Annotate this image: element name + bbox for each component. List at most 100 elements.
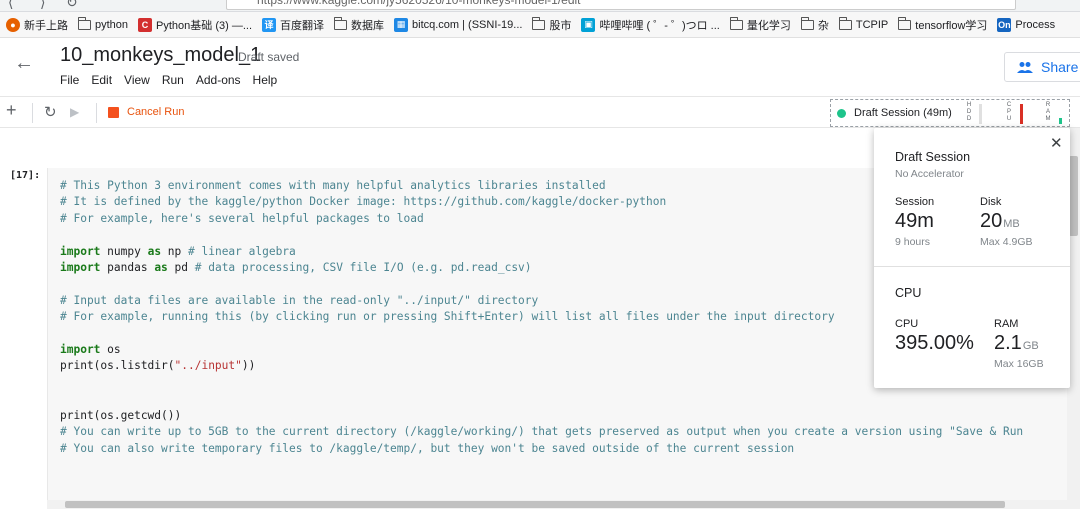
- on-logo-icon: On: [997, 17, 1012, 32]
- firefox-icon: ●: [6, 17, 20, 32]
- ram-usage-bar: [1059, 118, 1062, 124]
- session-status-button[interactable]: Draft Session (49m) HDD CPU RAM: [830, 99, 1070, 127]
- bookmark-item[interactable]: 杂: [800, 16, 829, 33]
- code-line: # You can write up to 5GB to the current…: [60, 424, 1023, 440]
- draft-status: Draft saved: [238, 50, 300, 64]
- code-token: import: [60, 343, 101, 357]
- back-arrow-icon[interactable]: ←: [14, 52, 34, 75]
- horizontal-scrollbar[interactable]: [47, 500, 1067, 509]
- cell-execution-count: [17]:: [10, 170, 41, 181]
- code-token: np: [161, 244, 189, 258]
- folder-icon: [334, 16, 348, 30]
- code-token: # For example, running this (by clicking…: [60, 310, 835, 324]
- stop-icon[interactable]: [108, 107, 119, 118]
- bookmark-label: TCPIP: [855, 18, 889, 31]
- code-token: # linear algebra: [188, 244, 296, 258]
- session-active-dot: [837, 108, 846, 118]
- code-token: numpy: [100, 244, 148, 258]
- code-token: import: [60, 244, 101, 258]
- code-token: pd: [167, 261, 195, 275]
- bookmark-item[interactable]: On Process: [997, 17, 1055, 32]
- menu-item-add-ons[interactable]: Add-ons: [196, 73, 241, 87]
- session-limit: 9 hours: [895, 236, 931, 248]
- code-token: # data processing, CSV file I/O (e.g. pd…: [194, 261, 532, 275]
- bookmarks-bar: ● 新手上路 python C Python基础 (3) —... 译百度翻译 数据库 ▦ bi…: [0, 12, 1080, 38]
- code-token: # You can also write temporary files to …: [60, 441, 795, 455]
- disk-label: Disk: [980, 196, 1002, 208]
- bookmark-label: 量化学习: [746, 19, 791, 32]
- bookmark-item[interactable]: tensorflow学习: [898, 16, 987, 33]
- code-line: print(os.getcwd()): [60, 408, 1023, 424]
- close-icon[interactable]: ✕: [1050, 134, 1063, 152]
- session-label: Session: [895, 196, 935, 208]
- bookmark-label: 百度翻译: [280, 19, 325, 32]
- menu-item-run[interactable]: Run: [162, 73, 184, 87]
- toolbar-divider: [96, 103, 97, 123]
- disk-limit: Max 4.9GB: [980, 236, 1033, 248]
- popover-title: Draft Session: [895, 150, 971, 164]
- browser-reload-icon[interactable]: ↻: [66, 0, 78, 11]
- code-token: # You can write up to 5GB to the current…: [60, 425, 1024, 439]
- code-token: print(os.listdir(: [60, 359, 175, 373]
- popover-divider: [874, 266, 1070, 267]
- bookmark-item[interactable]: TCPIP: [838, 16, 889, 31]
- menu-item-file[interactable]: File: [60, 73, 79, 87]
- add-cell-icon[interactable]: +: [6, 100, 17, 121]
- menu-item-view[interactable]: View: [124, 73, 150, 87]
- bookmark-item[interactable]: 股市: [532, 16, 572, 33]
- bookmark-item[interactable]: ▦ bitcq.com | (SSNI-19...: [394, 17, 522, 32]
- menu-item-edit[interactable]: Edit: [91, 73, 112, 87]
- hdd-meter-label: HDD: [966, 102, 972, 122]
- browser-back-icon[interactable]: ⟨: [8, 0, 13, 11]
- bookmark-item[interactable]: ● 新手上路: [6, 17, 68, 33]
- notebook-title[interactable]: 10_monkeys_model_1: [60, 44, 261, 67]
- bookmark-label: 新手上路: [24, 19, 68, 32]
- code-token: as: [154, 261, 168, 275]
- browser-forward-icon[interactable]: ⟩: [40, 0, 45, 11]
- ram-limit: Max 16GB: [994, 358, 1044, 370]
- tv-icon: ▣: [581, 17, 596, 32]
- restart-icon[interactable]: ↻: [44, 103, 57, 121]
- bookmark-label: 哔哩哔哩 ( ゜- ゜)つロ ...: [599, 19, 720, 32]
- notebook-toolbar: + ↻ ▶ Cancel Run Draft Session (49m) HDD…: [0, 96, 1080, 128]
- code-token: as: [147, 244, 162, 258]
- code-token: # Input data files are available in the …: [60, 293, 539, 307]
- cpu-label: CPU: [895, 318, 919, 330]
- share-button[interactable]: Share: [1004, 52, 1080, 82]
- cpu-meter-label: CPU: [1006, 102, 1012, 122]
- folder-icon: [898, 16, 912, 30]
- url-field[interactable]: https://www.kaggle.com/jy5620526/10-monk…: [226, 0, 1016, 10]
- bookmark-item[interactable]: 译百度翻译: [262, 17, 324, 33]
- bookmark-label: 杂: [817, 19, 829, 32]
- bookmark-item[interactable]: 量化学习: [729, 16, 791, 33]
- cpu-usage-bar: [1020, 104, 1023, 124]
- notebook-header: ← 10_monkeys_model_1 Draft saved File Edi…: [0, 38, 1080, 96]
- run-icon[interactable]: ▶: [70, 105, 79, 119]
- disk-value: 20MB: [980, 210, 1020, 232]
- popover-subtitle: No Accelerator: [895, 168, 964, 180]
- hdd-usage-bar: [979, 104, 982, 124]
- code-token: "../input": [174, 359, 242, 373]
- bookmark-item[interactable]: python: [78, 16, 129, 31]
- folder-icon: [729, 16, 743, 30]
- code-token: # For example, here's several helpful pa…: [60, 211, 424, 225]
- code-token: pandas: [100, 261, 155, 275]
- folder-icon: [78, 16, 91, 30]
- vertical-scroll-thumb[interactable]: [1069, 156, 1078, 236]
- bookmark-label: 股市: [549, 19, 572, 32]
- browser-address-bar: ⟨ ⟩ ↻ https://www.kaggle.com/jy5620526/1…: [0, 0, 1080, 12]
- bookmark-item[interactable]: C Python基础 (3) —...: [138, 17, 252, 33]
- cancel-run-button[interactable]: Cancel Run: [127, 106, 184, 118]
- ram-label: RAM: [994, 318, 1019, 330]
- toolbar-divider: [32, 103, 33, 123]
- code-line: # You can also write temporary files to …: [60, 441, 1023, 457]
- bookmark-label: Python基础 (3) —...: [156, 19, 253, 32]
- session-popover: ✕ Draft Session No Accelerator Session 4…: [874, 128, 1070, 388]
- bookmark-item[interactable]: ▣ 哔哩哔哩 ( ゜- ゜)つロ ...: [581, 17, 720, 33]
- code-token: os: [100, 343, 121, 357]
- horizontal-scroll-thumb[interactable]: [65, 501, 1005, 508]
- bookmark-item[interactable]: 数据库: [334, 16, 384, 33]
- menu-item-help[interactable]: Help: [253, 73, 278, 87]
- bookmark-label: python: [95, 18, 129, 31]
